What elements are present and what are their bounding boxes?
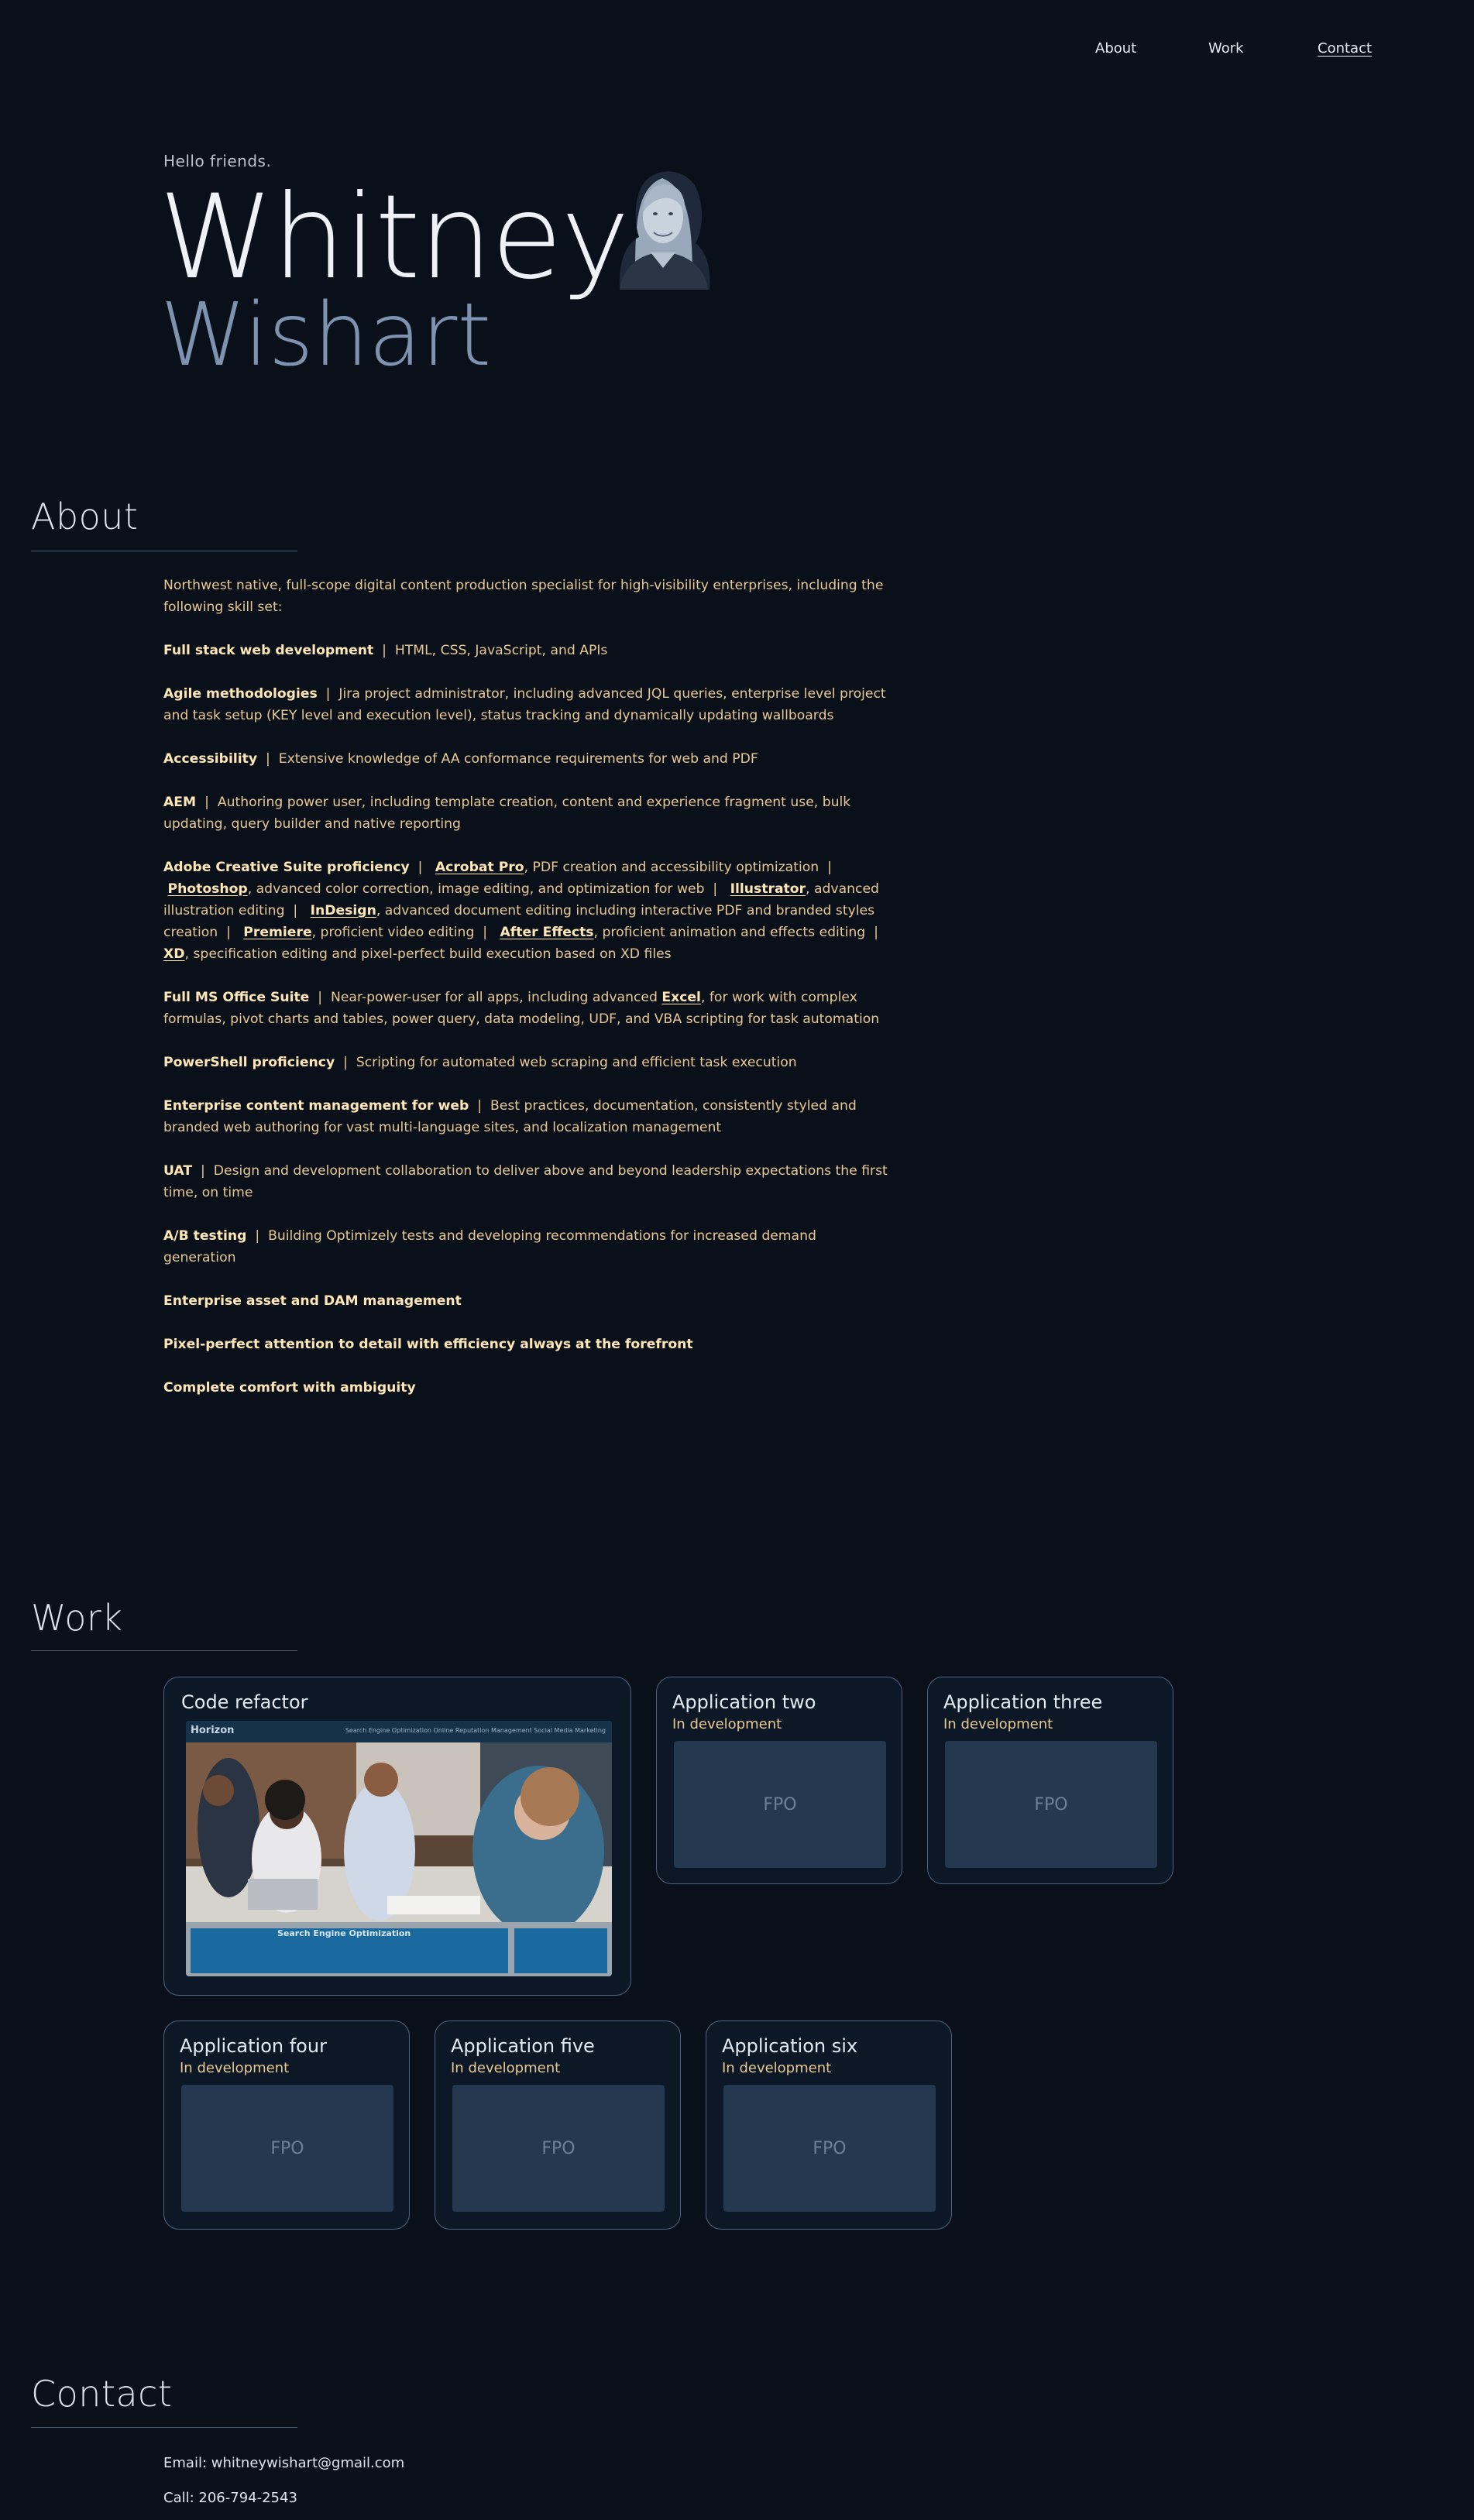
screenshot-seo-heading: Search Engine Optimization <box>277 1928 411 1938</box>
skill-label: Enterprise asset and DAM management <box>163 1293 462 1309</box>
skill-label: Full stack web development <box>163 643 374 658</box>
project-title: Application five <box>451 2035 595 2057</box>
project-card-code-refactor[interactable]: Code refactor Horizon Search Engine Opti… <box>163 1677 631 1996</box>
skill-tool: Excel <box>661 990 701 1005</box>
project-placeholder: FPO <box>945 1741 1157 1868</box>
project-card-application-four[interactable]: Application four In development FPO <box>163 2020 410 2230</box>
contact-divider <box>31 2427 297 2428</box>
skill-desc: , proficient animation and effects editi… <box>593 925 866 940</box>
skill-ambiguity: Complete comfort with ambiguity <box>163 1377 892 1399</box>
skill-label: Agile methodologies <box>163 686 318 702</box>
project-title: Application two <box>672 1691 816 1713</box>
nav-link-about[interactable]: About <box>1095 40 1136 57</box>
project-status: In development <box>451 2060 561 2076</box>
project-placeholder: FPO <box>723 2085 936 2212</box>
skill-aem: AEM | Authoring power user, including te… <box>163 795 851 832</box>
skill-label: PowerShell proficiency <box>163 1055 335 1070</box>
hero-last-name: Wishart <box>160 285 492 386</box>
project-title: Application three <box>943 1691 1103 1713</box>
skill-desc: Authoring power user, including template… <box>163 795 851 832</box>
skill-label: A/B testing <box>163 1228 247 1244</box>
skill-desc: , PDF creation and accessibility optimiz… <box>524 860 819 875</box>
project-card-application-two[interactable]: Application two In development FPO <box>656 1677 902 1884</box>
project-status: In development <box>722 2060 832 2076</box>
skill-desc: Near-power-user for all apps, including … <box>331 990 662 1005</box>
skill-tool: XD <box>163 946 185 962</box>
skill-adobe: Adobe Creative Suite proficiency | Acrob… <box>163 860 887 962</box>
skill-ecm: Enterprise content management for web | … <box>163 1098 857 1135</box>
skill-office: Full MS Office Suite | Near-power-user f… <box>163 990 880 1027</box>
work-divider <box>31 1650 297 1651</box>
about-body: Northwest native, full-scope digital con… <box>163 575 892 1420</box>
skill-desc: , specification editing and pixel-perfec… <box>184 946 672 962</box>
project-card-application-six[interactable]: Application six In development FPO <box>706 2020 952 2230</box>
skill-powershell: PowerShell proficiency | Scripting for a… <box>163 1055 797 1070</box>
project-status: In development <box>943 1716 1053 1732</box>
skill-tool: Acrobat Pro <box>435 860 524 875</box>
skill-desc: Scripting for automated web scraping and… <box>356 1055 797 1070</box>
project-title: Application six <box>722 2035 858 2057</box>
skill-agile: Agile methodologies | Jira project admin… <box>163 686 886 723</box>
nav-link-contact[interactable]: Contact <box>1318 40 1372 57</box>
project-placeholder: FPO <box>674 1741 886 1868</box>
skill-label: UAT <box>163 1163 193 1179</box>
project-status: In development <box>180 2060 290 2076</box>
skill-fullstack: Full stack web development | HTML, CSS, … <box>163 643 608 658</box>
top-nav: About Work Contact <box>0 40 1474 64</box>
skill-desc: , advanced color correction, image editi… <box>247 881 705 897</box>
skill-desc: Design and development collaboration to … <box>163 1163 888 1200</box>
about-heading: About <box>31 496 139 537</box>
avatar <box>619 171 710 290</box>
skill-ab: A/B testing | Building Optimizely tests … <box>163 1228 816 1265</box>
skill-uat: UAT | Design and development collaborati… <box>163 1163 888 1200</box>
skill-desc: Building Optimizely tests and developing… <box>163 1228 816 1265</box>
contact-heading: Contact <box>31 2373 173 2415</box>
screenshot-logo: Horizon <box>191 1725 235 1736</box>
nav-link-work[interactable]: Work <box>1208 40 1244 57</box>
team-photo <box>186 1742 612 1922</box>
skill-tool: Premiere <box>243 925 312 940</box>
work-heading: Work <box>31 1597 123 1639</box>
project-screenshot: Horizon Search Engine Optimization Onlin… <box>186 1721 612 1976</box>
contact-email[interactable]: Email: whitneywishart@gmail.com <box>163 2455 404 2471</box>
skill-desc: , proficient video editing <box>311 925 475 940</box>
skill-pixel: Pixel-perfect attention to detail with e… <box>163 1334 892 1355</box>
skill-accessibility: Accessibility | Extensive knowledge of A… <box>163 751 758 767</box>
skill-label: Full MS Office Suite <box>163 990 310 1005</box>
skill-label: Enterprise content management for web <box>163 1098 469 1114</box>
project-placeholder: FPO <box>452 2085 665 2212</box>
skill-tool: Illustrator <box>730 881 806 897</box>
project-card-application-three[interactable]: Application three In development FPO <box>927 1677 1173 1884</box>
project-title: Application four <box>180 2035 327 2057</box>
contact-phone[interactable]: Call: 206-794-2543 <box>163 2490 297 2506</box>
hero-first-name: Whitney <box>159 170 630 305</box>
skill-tool: InDesign <box>310 903 376 918</box>
project-title: Code refactor <box>181 1691 308 1713</box>
skill-dam: Enterprise asset and DAM management <box>163 1290 892 1312</box>
project-status: In development <box>672 1716 782 1732</box>
skill-desc: Extensive knowledge of AA conformance re… <box>278 751 758 767</box>
project-card-application-five[interactable]: Application five In development FPO <box>435 2020 681 2230</box>
hero-greeting: Hello friends. <box>163 152 272 170</box>
skill-desc: HTML, CSS, JavaScript, and APIs <box>394 643 608 658</box>
project-placeholder: FPO <box>181 2085 393 2212</box>
skill-tool: After Effects <box>500 925 594 940</box>
skill-label: Accessibility <box>163 751 258 767</box>
skill-tool: Photoshop <box>167 881 248 897</box>
screenshot-nav: Search Engine Optimization Online Reputa… <box>345 1727 606 1734</box>
skill-label: Adobe Creative Suite proficiency <box>163 860 410 875</box>
skill-label: Pixel-perfect attention to detail with e… <box>163 1337 693 1352</box>
skill-label: AEM <box>163 795 197 810</box>
skill-label: Complete comfort with ambiguity <box>163 1380 416 1396</box>
screenshot-side-panel <box>514 1928 607 1973</box>
about-intro: Northwest native, full-scope digital con… <box>163 578 884 615</box>
